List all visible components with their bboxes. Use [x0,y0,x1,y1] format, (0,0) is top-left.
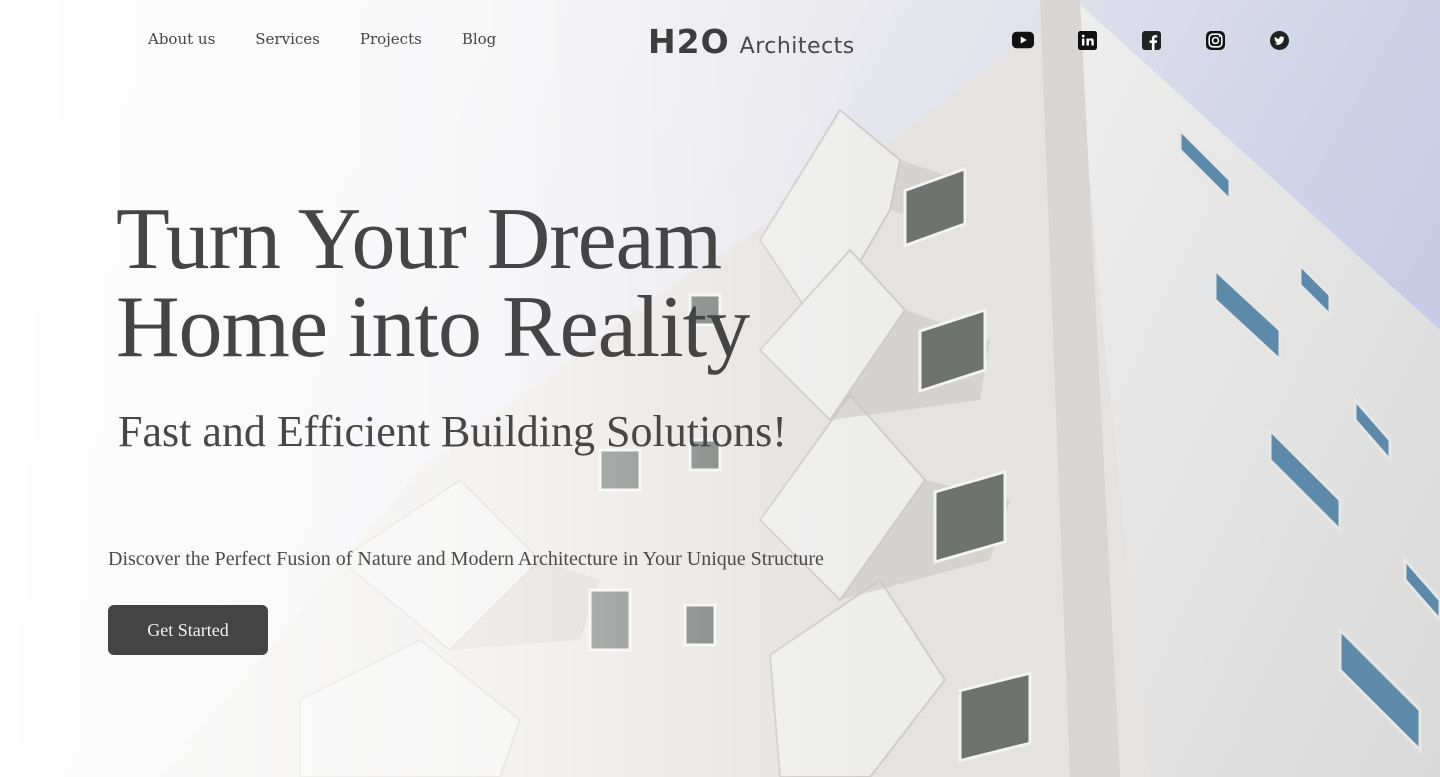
twitter-icon[interactable] [1268,29,1290,51]
hero-subheading: Fast and Efficient Building Solutions! [118,407,787,456]
hero-headline-line-1: Turn Your Dream [116,191,722,288]
hero-tagline: Discover the Perfect Fusion of Nature an… [108,548,824,570]
nav-item-services[interactable]: Services [255,30,320,48]
nav-item-projects[interactable]: Projects [360,30,422,48]
instagram-icon[interactable] [1204,29,1226,51]
hero-background-image [0,0,1440,777]
logo-wordmark: Architects [739,34,855,59]
get-started-button[interactable]: Get Started [108,605,268,655]
hero-headline: Turn Your Dream Home into Reality [116,196,816,372]
nav-item-blog[interactable]: Blog [462,30,496,48]
facebook-icon[interactable] [1140,29,1162,51]
social-links [1012,29,1290,51]
hero-headline-line-2: Home into Reality [116,279,750,376]
youtube-icon[interactable] [1012,29,1034,51]
brand-logo[interactable]: H2O Architects [648,22,855,61]
nav-item-about-us[interactable]: About us [148,30,215,48]
main-nav: About us Services Projects Blog [148,30,496,48]
logo-mark: H2O [648,22,730,61]
linkedin-icon[interactable] [1076,29,1098,51]
